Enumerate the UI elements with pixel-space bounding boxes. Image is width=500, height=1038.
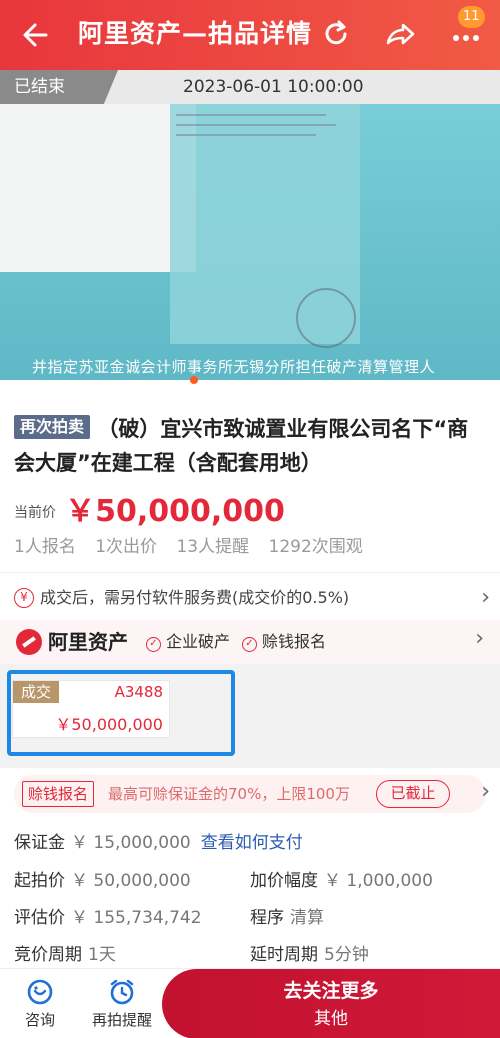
start-price-info: 起拍价 ￥ 50,000,000 <box>14 868 191 894</box>
follow-more-label: 去关注更多 <box>283 980 379 1002</box>
closed-button[interactable]: 已截止 <box>376 780 450 808</box>
appraisal-info: 评估价 ￥ 155,734,742 <box>14 905 202 931</box>
how-to-pay-link[interactable]: 查看如何支付 <box>201 833 303 853</box>
deposit-credit-promo[interactable]: 赊钱报名 最高可赊保证金的70%，上限100万 已截止 › <box>14 775 490 813</box>
highlight-box <box>7 670 235 756</box>
cycle-info: 竞价周期 1天 <box>14 942 116 968</box>
share-icon[interactable] <box>382 16 418 52</box>
stat-registrations: 1人报名 <box>14 537 76 557</box>
carousel-indicator <box>190 376 198 384</box>
remind-label: 再拍提醒 <box>91 1011 152 1029</box>
status-badge: 已结束 <box>0 70 118 104</box>
page-title: 阿里资产—拍品详情 <box>78 19 313 48</box>
bottom-action-bar: 咨询 再拍提醒 去关注更多 其他 <box>0 968 500 1038</box>
item-image[interactable]: 并指定苏亚金诚会计师事务所无锡分所担任破产清算管理人 <box>0 104 500 380</box>
platform-tag-credit: ✓ 赊钱报名 <box>242 631 326 653</box>
procedure-label: 程序 <box>250 908 284 928</box>
item-title-block: 再次拍卖 （破）宜兴市致诚置业有限公司名下“商会大厦”在建工程（含配套用地） <box>14 412 484 480</box>
chevron-right-icon: › <box>481 779 490 804</box>
increment-value: ￥ 1,000,000 <box>324 871 433 891</box>
stat-reminders: 13人提醒 <box>176 537 250 557</box>
stat-views: 1292次围观 <box>268 537 363 557</box>
platform-tag-label: 企业破产 <box>166 632 231 651</box>
deposit-label: 保证金 <box>14 833 65 853</box>
procedure-value: 清算 <box>290 908 324 928</box>
delay-info: 延时周期 5分钟 <box>250 942 369 968</box>
yen-icon: ¥ <box>14 588 34 608</box>
chevron-right-icon: › <box>475 626 484 651</box>
current-price: ￥50,000,000 <box>65 494 285 529</box>
increment-label: 加价幅度 <box>250 871 318 891</box>
image-document-lines <box>176 114 336 144</box>
platform-tag-bankruptcy: ✓ 企业破产 <box>146 631 230 653</box>
start-price-label: 起拍价 <box>14 871 65 891</box>
platform-tag-label: 赊钱报名 <box>262 632 327 651</box>
consult-button[interactable]: 咨询 <box>20 977 60 1030</box>
refresh-icon[interactable] <box>318 16 354 52</box>
app-header: 阿里资产—拍品详情 11 <box>0 0 500 70</box>
service-fee-text: 成交后，需另付软件服务费(成交价的0.5%) <box>40 588 350 607</box>
back-arrow-icon[interactable] <box>18 18 58 52</box>
auction-stats: 1人报名 1次出价 13人提醒 1292次围观 <box>14 534 377 560</box>
auction-status-bar: 已结束 2023-06-01 10:00:00 <box>0 70 500 104</box>
service-fee-row[interactable]: ¥ 成交后，需另付软件服务费(成交价的0.5%) › <box>14 583 492 613</box>
platform-name: 阿里资产 <box>48 630 128 654</box>
divider <box>0 572 500 573</box>
credit-signup-tag: 赊钱报名 <box>22 781 95 807</box>
delay-label: 延时周期 <box>250 945 318 965</box>
remind-button[interactable]: 再拍提醒 <box>86 977 158 1030</box>
check-circle-icon: ✓ <box>146 637 161 652</box>
image-caption: 并指定苏亚金诚会计师事务所无锡分所担任破产清算管理人 <box>32 358 436 376</box>
delay-value: 5分钟 <box>324 945 369 965</box>
deposit-info: 保证金 ￥ 15,000,000 查看如何支付 <box>14 830 303 856</box>
increment-info: 加价幅度 ￥ 1,000,000 <box>250 868 433 894</box>
follow-more-sublabel: 其他 <box>314 1009 348 1029</box>
appraisal-value: ￥ 155,734,742 <box>71 908 202 928</box>
resale-tag: 再次拍卖 <box>14 415 91 439</box>
image-document-white <box>0 104 196 272</box>
follow-more-button[interactable]: 去关注更多 其他 <box>162 969 500 1038</box>
deposit-value: ￥ 15,000,000 <box>71 833 191 853</box>
procedure-info: 程序 清算 <box>250 905 324 931</box>
price-row: 当前价 ￥50,000,000 <box>14 486 285 529</box>
notification-badge: 11 <box>458 6 485 28</box>
appraisal-label: 评估价 <box>14 908 65 928</box>
seal-image <box>296 288 356 348</box>
price-label: 当前价 <box>14 505 56 521</box>
credit-promo-text: 最高可赊保证金的70%，上限100万 <box>108 785 350 803</box>
cycle-value: 1天 <box>88 945 116 965</box>
stat-bids: 1次出价 <box>95 537 158 557</box>
cycle-label: 竞价周期 <box>14 945 82 965</box>
alarm-clock-icon <box>110 979 134 1005</box>
chevron-right-icon: › <box>481 585 490 610</box>
check-circle-icon: ✓ <box>242 637 257 652</box>
start-price-value: ￥ 50,000,000 <box>71 871 191 891</box>
alibaba-logo-icon <box>16 629 42 655</box>
headset-icon <box>27 979 53 1005</box>
platform-row[interactable]: 阿里资产 ✓ 企业破产 ✓ 赊钱报名 › <box>0 620 500 664</box>
consult-label: 咨询 <box>24 1011 55 1029</box>
end-time: 2023-06-01 10:00:00 <box>183 77 364 97</box>
